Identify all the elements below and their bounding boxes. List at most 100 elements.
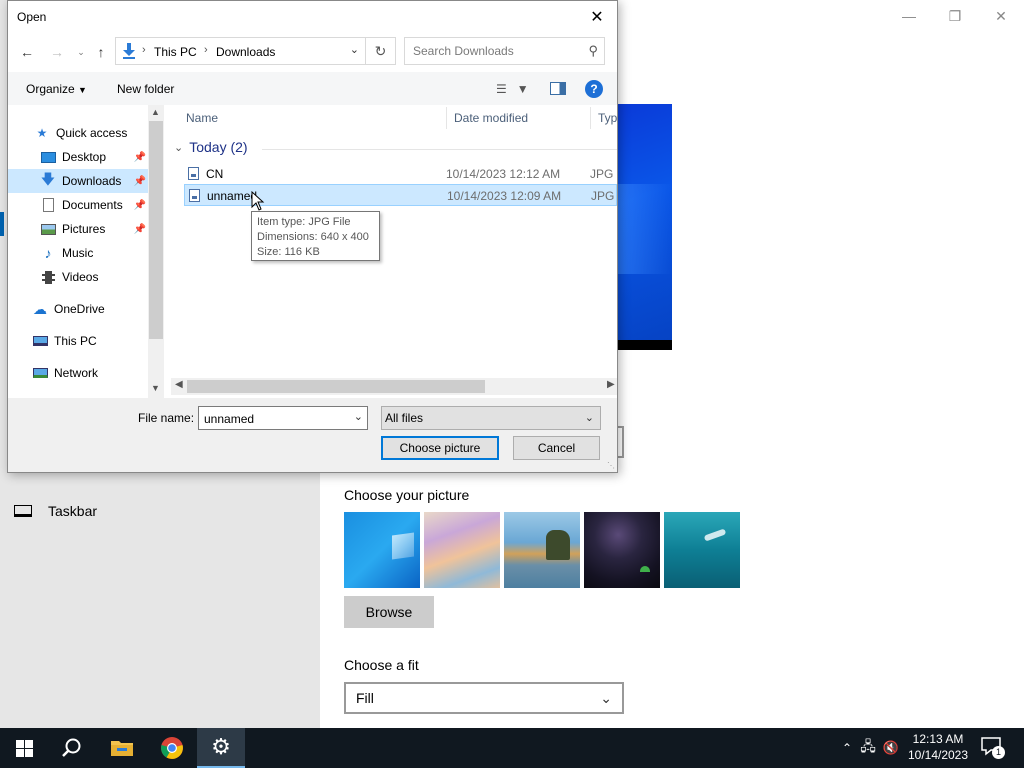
search-button[interactable] — [48, 728, 96, 768]
picture-thumbnails — [344, 512, 740, 588]
column-separator[interactable] — [590, 107, 591, 129]
refresh-button[interactable]: ↻ — [366, 37, 396, 65]
file-row-unnamed[interactable]: unnamed 10/14/2023 12:09 AM JPG File — [184, 184, 618, 206]
thumbnail-windows-wallpaper[interactable] — [344, 512, 420, 588]
start-icon — [15, 739, 33, 757]
resize-grip-icon[interactable]: ⋱ — [607, 461, 615, 470]
choose-picture-title: Choose your picture — [344, 487, 470, 503]
nav-item-label: Pictures — [62, 222, 106, 236]
cloud-icon: ☁ — [33, 300, 47, 317]
tooltip-dimensions: Dimensions: 640 x 400 — [257, 231, 369, 243]
start-button[interactable] — [0, 728, 48, 768]
file-name: unnamed — [207, 189, 258, 203]
back-arrow-icon[interactable]: ← — [18, 42, 36, 62]
chevron-up-icon[interactable]: ⌃ — [838, 741, 856, 755]
restore-icon[interactable]: ❐ — [932, 0, 978, 32]
nav-item-network[interactable]: Network — [8, 361, 148, 385]
nav-item-label: OneDrive — [54, 302, 105, 316]
image-file-icon — [188, 167, 199, 180]
choose-picture-button[interactable]: Choose picture — [381, 436, 499, 460]
nav-scrollbar-thumb[interactable] — [149, 121, 163, 339]
file-row-cn[interactable]: CN 10/14/2023 12:12 AM JPG File — [184, 163, 617, 185]
breadcrumb-downloads[interactable]: Downloads — [216, 45, 275, 59]
choose-fit-title: Choose a fit — [344, 657, 419, 673]
chevron-down-icon[interactable]: ⌄ — [354, 410, 363, 423]
group-header-today[interactable]: ⌄ Today (2) — [174, 139, 248, 155]
nav-item-videos[interactable]: Videos — [8, 265, 148, 289]
taskbar: ⚙ ⌃ 🖧 🔇 12:13 AM 10/14/2023 1 — [0, 728, 1024, 768]
preview-pane-icon[interactable] — [550, 82, 566, 95]
close-icon[interactable]: ✕ — [978, 0, 1024, 32]
close-icon: ✕ — [590, 9, 604, 26]
thumbnail-beach-rock-arch[interactable] — [504, 512, 580, 588]
search-icon: ⚲ — [588, 43, 598, 58]
scroll-left-icon[interactable]: ◀ — [175, 379, 183, 390]
address-bar[interactable]: › This PC › Downloads ⌄ — [115, 37, 366, 65]
horizontal-scrollbar-thumb[interactable] — [187, 380, 485, 393]
forward-arrow-icon[interactable]: → — [48, 42, 66, 62]
nav-item-music[interactable]: ♪ Music — [8, 241, 148, 265]
fit-dropdown-value: Fill — [356, 690, 374, 706]
download-icon: 🡇 — [40, 171, 56, 187]
fit-dropdown[interactable]: Fill ⌄ — [344, 682, 624, 714]
nav-item-quick-access[interactable]: ★ Quick access — [8, 121, 148, 145]
thumbnail-anime-beach-art[interactable] — [424, 512, 500, 588]
recent-locations-chevron-icon[interactable]: ⌄ — [72, 42, 90, 62]
chevron-down-icon[interactable]: ⌄ — [350, 43, 359, 56]
help-icon[interactable]: ? — [585, 80, 603, 98]
nav-item-onedrive[interactable]: ☁ OneDrive — [8, 297, 148, 321]
scroll-up-icon[interactable]: ▲ — [151, 107, 160, 117]
column-header-type[interactable]: Type — [594, 105, 617, 131]
scroll-right-icon[interactable]: ▶ — [607, 379, 615, 390]
dialog-close-button[interactable]: ✕ — [583, 5, 611, 29]
file-name-input[interactable] — [202, 411, 342, 427]
pin-icon: 📌 — [133, 223, 146, 235]
file-type-value: All files — [385, 411, 424, 425]
nav-item-label: Videos — [62, 270, 99, 284]
nav-item-label: Documents — [62, 198, 123, 212]
organize-menu[interactable]: Organize ▼ — [26, 82, 87, 96]
background-preview — [612, 104, 672, 350]
clock[interactable]: 12:13 AM 10/14/2023 — [906, 731, 970, 763]
breadcrumb-this-pc[interactable]: This PC — [154, 45, 197, 59]
nav-item-desktop[interactable]: Desktop 📌 — [8, 145, 148, 169]
file-info-tooltip: Item type: JPG File Dimensions: 640 x 40… — [251, 211, 380, 261]
nav-item-pictures[interactable]: Pictures 📌 — [8, 217, 148, 241]
column-header-name[interactable]: Name — [182, 105, 442, 131]
change-view-icon[interactable]: ☰ ▼ — [496, 82, 529, 96]
up-arrow-icon[interactable]: ↑ — [92, 42, 110, 62]
computer-icon — [32, 334, 48, 348]
file-name-combobox[interactable]: ⌄ — [198, 406, 368, 430]
nav-item-downloads[interactable]: 🡇 Downloads 📌 — [8, 169, 148, 193]
mouse-cursor-icon — [251, 191, 265, 211]
search-field[interactable]: ⚲ — [404, 37, 605, 65]
notifications-button[interactable]: 1 — [980, 736, 1006, 760]
minimize-icon[interactable]: — — [886, 0, 932, 32]
download-icon — [123, 43, 135, 59]
file-explorer-button[interactable] — [98, 728, 146, 768]
file-type-dropdown[interactable]: All files ⌄ — [381, 406, 601, 430]
column-header-date-modified[interactable]: Date modified — [450, 105, 590, 131]
scroll-down-icon[interactable]: ▼ — [151, 383, 160, 393]
clock-time: 12:13 AM — [912, 732, 964, 746]
dialog-titlebar: Open ✕ — [8, 1, 617, 32]
nav-item-documents[interactable]: Documents 📌 — [8, 193, 148, 217]
nav-item-this-pc[interactable]: This PC — [8, 329, 148, 353]
chrome-button[interactable] — [148, 728, 196, 768]
new-folder-button[interactable]: New folder — [117, 82, 174, 96]
dialog-title: Open — [17, 10, 47, 24]
column-separator[interactable] — [446, 107, 447, 129]
nav-scrollbar[interactable]: ▲ ▼ — [148, 105, 164, 398]
dialog-footer: File name: ⌄ All files ⌄ Choose picture … — [8, 398, 617, 472]
thumbnail-night-sky-tent[interactable] — [584, 512, 660, 588]
settings-button[interactable]: ⚙ — [197, 728, 245, 768]
sidebar-item-taskbar[interactable]: Taskbar — [14, 503, 97, 519]
browse-button[interactable]: Browse — [344, 596, 434, 628]
thumbnail-underwater-swimmer[interactable] — [664, 512, 740, 588]
network-icon[interactable]: 🖧 — [856, 736, 880, 760]
search-input[interactable] — [411, 43, 571, 59]
file-list-horizontal-scrollbar[interactable]: ◀ ▶ — [171, 378, 617, 395]
refresh-icon: ↻ — [374, 42, 387, 59]
cancel-button[interactable]: Cancel — [513, 436, 600, 460]
volume-muted-icon[interactable]: 🔇 — [880, 740, 902, 756]
